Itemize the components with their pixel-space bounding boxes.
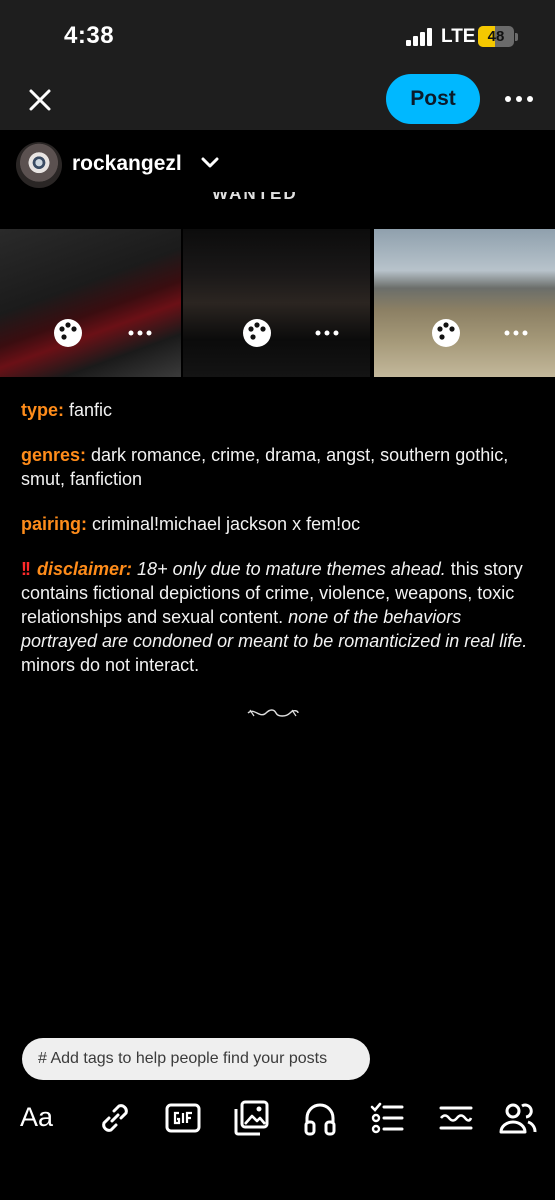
post-editor: rockangezl WANTED type: fanfic genres: d… [0, 130, 555, 1200]
divider-ornament-icon [247, 709, 299, 717]
type-label: type: [21, 400, 65, 420]
pairing-value: criminal!michael jackson x fem!oc [87, 514, 361, 534]
double-exclamation-icon: !! [21, 559, 31, 579]
editor-toolbar: Aa [0, 1098, 555, 1144]
media-header-text: WANTED [212, 192, 298, 203]
palette-icon[interactable] [52, 317, 84, 349]
genres-value: dark romance, crime, drama, angst, south… [21, 445, 509, 489]
close-icon[interactable] [22, 82, 58, 118]
battery-nub [515, 33, 518, 41]
editor-header: Post [0, 70, 555, 130]
disclaimer-paragraph: !! disclaimer: 18+ only due to mature the… [21, 557, 541, 677]
pairing-label: pairing: [21, 514, 87, 534]
media-header-strip: WANTED [212, 192, 372, 206]
palette-icon[interactable] [241, 317, 273, 349]
type-value: fanfic [64, 400, 113, 420]
divider-icon[interactable] [436, 1098, 476, 1138]
image-icon[interactable] [231, 1098, 271, 1138]
signal-icon [406, 28, 434, 46]
more-icon[interactable] [126, 325, 154, 341]
people-icon[interactable] [498, 1098, 538, 1138]
more-icon[interactable] [502, 325, 530, 341]
palette-icon[interactable] [430, 317, 462, 349]
gif-icon[interactable] [163, 1098, 203, 1138]
link-icon[interactable] [95, 1098, 135, 1138]
chevron-down-icon [201, 157, 219, 168]
avatar [16, 142, 62, 188]
blog-name: rockangezl [72, 152, 182, 175]
more-icon[interactable] [502, 84, 536, 114]
battery-level: 48 [487, 28, 505, 45]
genres-line: genres: dark romance, crime, drama, angs… [21, 443, 541, 491]
disclaimer-tail: minors do not interact. [21, 655, 200, 675]
type-line: type: fanfic [21, 398, 541, 422]
disclaimer-label: disclaimer: [37, 559, 133, 579]
tags-input[interactable]: # Add tags to help people find your post… [22, 1038, 370, 1080]
post-body[interactable]: type: fanfic genres: dark romance, crime… [21, 398, 541, 698]
text-format-button[interactable]: Aa [20, 1102, 53, 1133]
more-icon[interactable] [313, 325, 341, 341]
audio-icon[interactable] [300, 1098, 340, 1138]
battery-icon: 48 [478, 26, 514, 47]
post-button[interactable]: Post [386, 74, 480, 124]
disclaimer-lead: 18+ only due to mature themes ahead. [132, 559, 446, 579]
genres-label: genres: [21, 445, 87, 465]
media-image-3[interactable] [374, 229, 555, 377]
media-image-1[interactable] [0, 229, 181, 377]
network-type: LTE [441, 26, 476, 47]
pairing-line: pairing: criminal!michael jackson x fem!… [21, 512, 541, 536]
media-image-2[interactable] [183, 229, 370, 377]
status-time: 4:38 [64, 22, 115, 49]
status-bar: 4:38 LTE 48 [0, 0, 555, 70]
checklist-icon[interactable] [367, 1098, 407, 1138]
